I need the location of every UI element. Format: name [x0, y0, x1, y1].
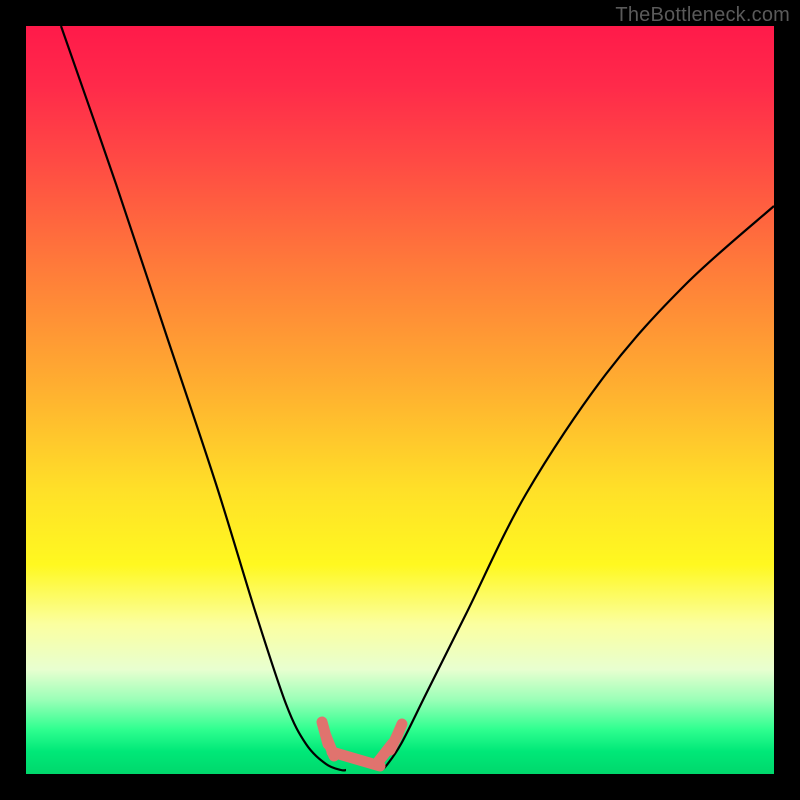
marker-segment [396, 724, 402, 738]
curve-group [61, 26, 774, 770]
curve-right [381, 206, 774, 770]
chart-frame: TheBottleneck.com [0, 0, 800, 800]
curve-left [61, 26, 346, 770]
plot-area [26, 26, 774, 774]
marker-segment [332, 752, 380, 766]
watermark-text: TheBottleneck.com [615, 4, 790, 27]
bottleneck-curve-svg [26, 26, 774, 774]
